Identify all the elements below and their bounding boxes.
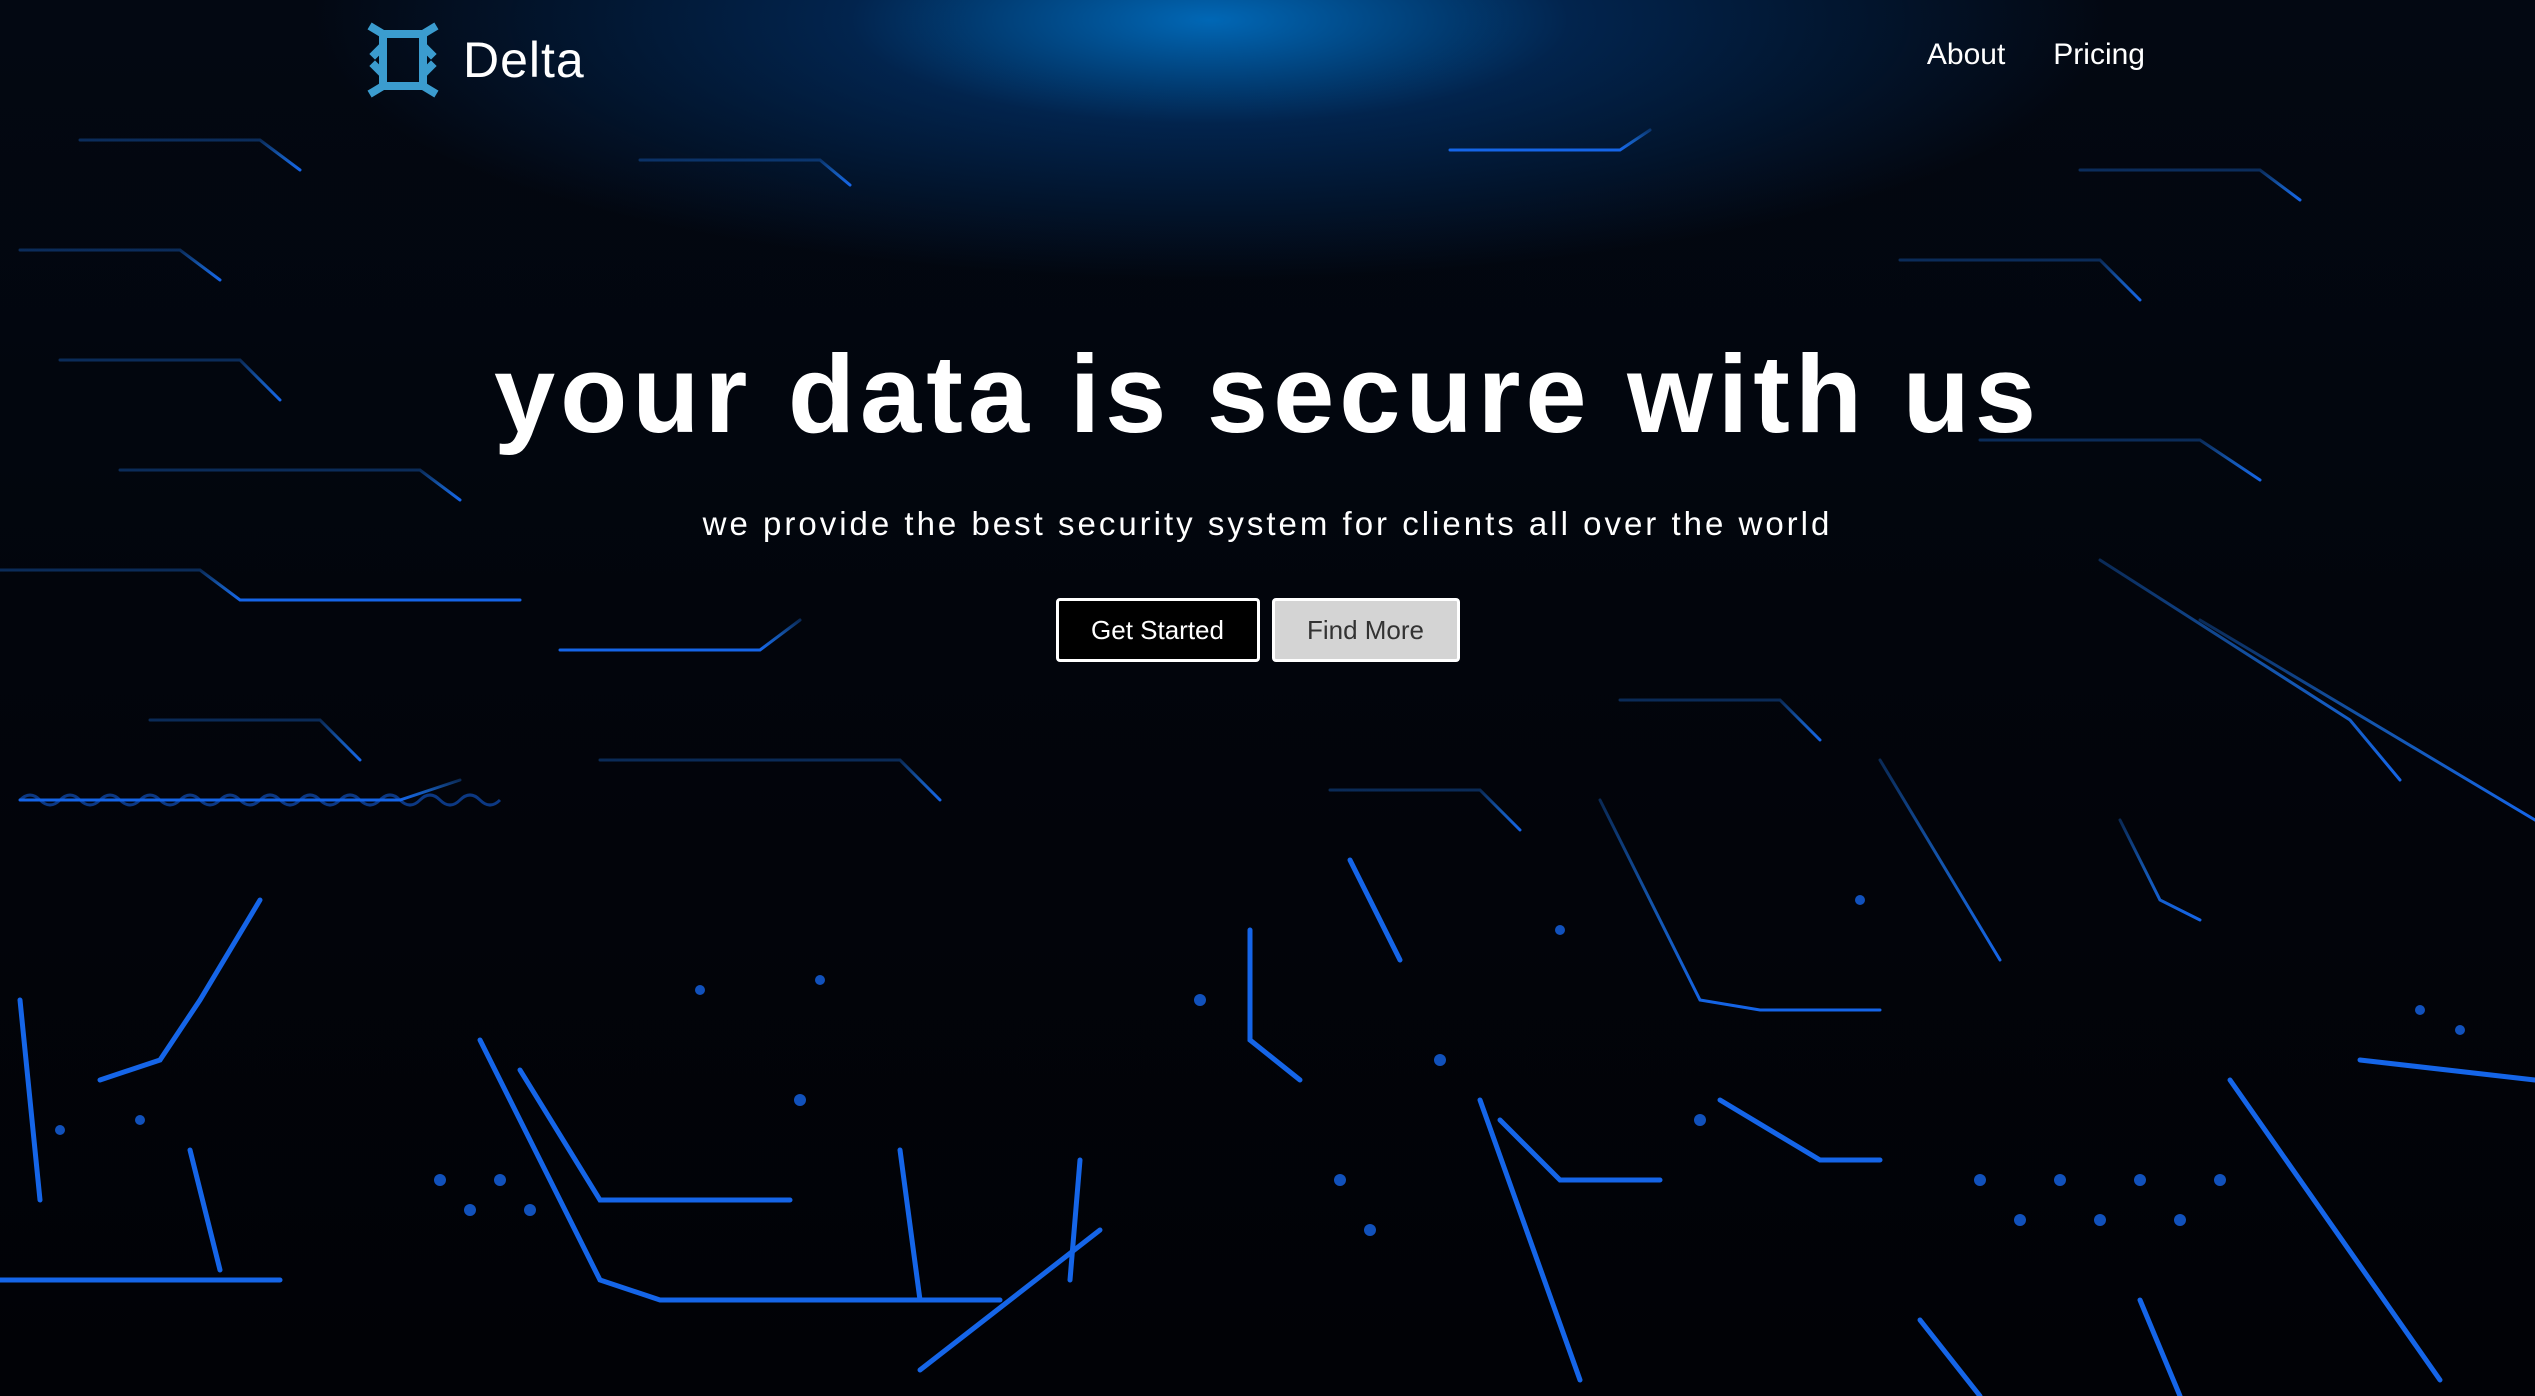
hero-title: your data is secure with us <box>493 333 2042 456</box>
hero-buttons: Get Started Find More <box>0 598 2535 662</box>
hero-subtitle: we provide the best security system for … <box>702 505 1833 542</box>
top-navigation: Delta About Pricing <box>0 0 2535 120</box>
find-more-button[interactable]: Find More <box>1271 598 1460 662</box>
nav-link-pricing[interactable]: Pricing <box>2053 38 2145 72</box>
nav-links: About Pricing <box>1927 38 2145 72</box>
nav-link-about[interactable]: About <box>1927 38 2005 72</box>
get-started-button[interactable]: Get Started <box>1055 598 1260 662</box>
landing-page: Delta About Pricing your data is secure … <box>0 0 2535 1396</box>
brand[interactable]: Delta <box>365 20 585 100</box>
delta-logo-icon <box>367 22 439 98</box>
circuit-board-background <box>0 118 2535 1396</box>
brand-name: Delta <box>463 32 585 88</box>
